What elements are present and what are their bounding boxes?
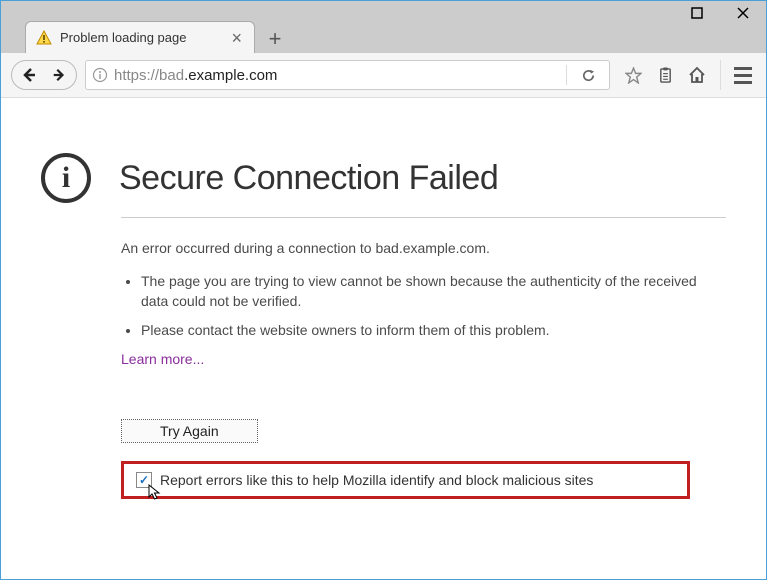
nav-toolbar: https://bad.example.com [1,53,766,98]
window-titlebar: Problem loading page × + [1,1,766,53]
try-again-button[interactable]: Try Again [121,419,258,443]
error-page-content: i Secure Connection Failed An error occu… [1,98,766,529]
home-icon[interactable] [682,60,712,90]
error-bullet: The page you are trying to view cannot b… [141,272,726,311]
info-icon[interactable] [92,67,108,83]
error-intro: An error occurred during a connection to… [121,240,726,256]
tab-close-button[interactable]: × [229,29,244,47]
warning-icon [36,30,52,46]
report-label: Report errors like this to help Mozilla … [160,472,593,488]
clipboard-icon[interactable] [650,60,680,90]
menu-button[interactable] [720,60,756,90]
toolbar-right [618,60,756,90]
info-circle-icon: i [41,153,91,203]
page-title: Secure Connection Failed [119,159,498,198]
close-window-button[interactable] [720,1,766,25]
browser-tab[interactable]: Problem loading page × [25,21,255,53]
tab-title: Problem loading page [60,30,221,45]
nav-back-forward [11,60,77,90]
url-bar[interactable]: https://bad.example.com [85,60,610,90]
forward-button[interactable] [44,60,74,90]
url-text[interactable]: https://bad.example.com [114,67,560,84]
learn-more-link[interactable]: Learn more... [121,351,204,367]
report-error-row: ✓ Report errors like this to help Mozill… [121,461,690,499]
new-tab-button[interactable]: + [261,25,289,53]
cursor-icon [148,484,162,502]
back-button[interactable] [14,60,44,90]
window-controls [628,1,766,25]
minimize-button[interactable] [628,1,674,25]
error-bullets: The page you are trying to view cannot b… [121,272,726,341]
tab-strip: Problem loading page × + [25,21,289,53]
error-bullet: Please contact the website owners to inf… [141,321,726,341]
divider [121,217,726,218]
reload-button[interactable] [573,60,603,90]
maximize-button[interactable] [674,1,720,25]
bookmark-star-icon[interactable] [618,60,648,90]
url-divider [566,65,567,85]
